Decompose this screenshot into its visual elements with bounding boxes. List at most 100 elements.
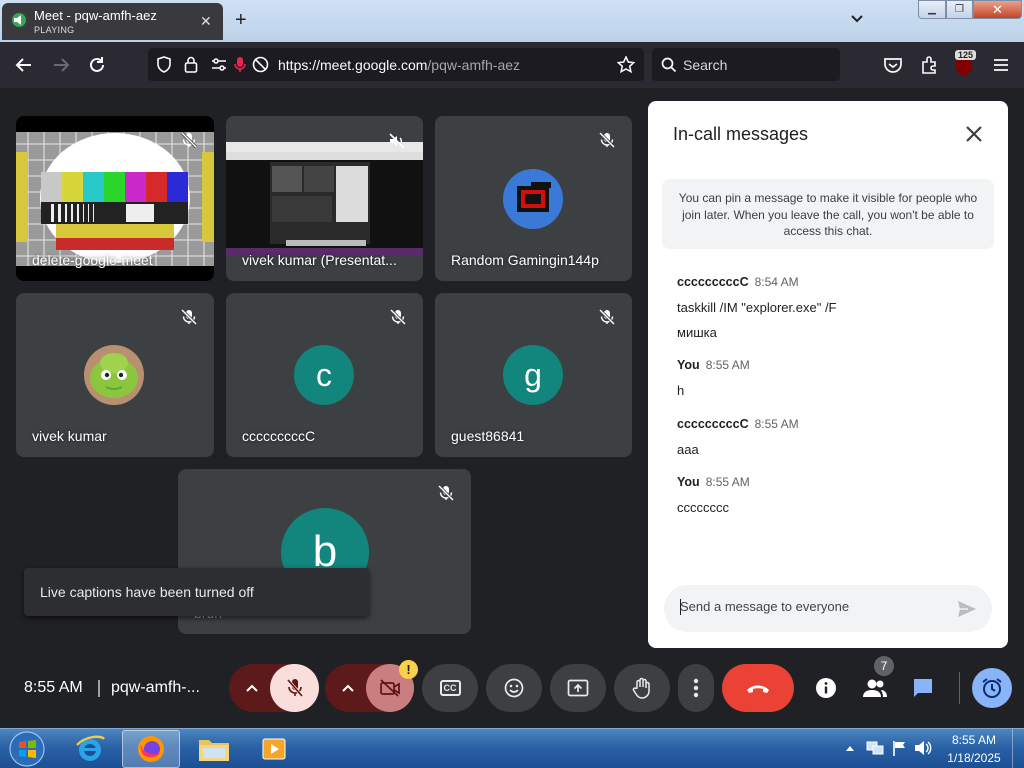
present-screen-button[interactable] bbox=[550, 664, 606, 712]
search-icon bbox=[661, 57, 677, 73]
camera-options-button[interactable] bbox=[325, 664, 371, 712]
message-time: 8:54 AM bbox=[754, 275, 799, 289]
shield-icon[interactable] bbox=[156, 56, 172, 73]
participant-tile-presentation[interactable]: vivek kumar (Presentat... bbox=[226, 116, 423, 281]
new-tab-icon[interactable]: + bbox=[235, 9, 247, 32]
emoji-icon bbox=[504, 678, 524, 698]
participant-tile[interactable]: g guest86841 bbox=[435, 293, 632, 457]
participant-count-badge: 7 bbox=[874, 656, 894, 676]
chat-message: You 8:55 AM h bbox=[677, 356, 750, 398]
windows-taskbar: 8:55 AM 1/18/2025 bbox=[0, 728, 1024, 768]
back-icon[interactable] bbox=[13, 54, 35, 76]
leave-call-button[interactable] bbox=[722, 664, 794, 712]
forward-icon[interactable] bbox=[50, 54, 72, 76]
tab-title: Meet - pqw-amfh-aez bbox=[34, 8, 157, 23]
chat-button[interactable] bbox=[905, 664, 941, 712]
toast-text: Live captions have been turned off bbox=[40, 584, 254, 600]
mic-options-button[interactable] bbox=[229, 664, 275, 712]
participant-name: cccccccccC bbox=[242, 428, 316, 444]
bookmark-star-icon[interactable] bbox=[617, 56, 635, 73]
more-vertical-icon bbox=[693, 678, 699, 698]
muted-mic-icon bbox=[390, 309, 406, 325]
extensions-icon[interactable] bbox=[918, 54, 940, 76]
muted-mic-icon bbox=[599, 309, 615, 325]
activities-button[interactable] bbox=[972, 668, 1012, 708]
people-icon bbox=[863, 679, 887, 697]
participant-tile[interactable]: Random Gamingin144p bbox=[435, 116, 632, 281]
show-desktop-button[interactable] bbox=[1012, 729, 1024, 768]
chevron-down-icon[interactable] bbox=[850, 12, 864, 26]
url-text[interactable]: https://meet.google.com/pqw-amfh-aez bbox=[278, 57, 520, 73]
participant-tile[interactable]: delete-google-meet bbox=[16, 116, 214, 281]
permissions-icon[interactable] bbox=[211, 57, 227, 72]
tab-playing-label: PLAYING bbox=[34, 25, 75, 35]
captions-button[interactable]: CC bbox=[422, 664, 478, 712]
raise-hand-icon bbox=[632, 677, 650, 699]
search-placeholder: Search bbox=[683, 57, 728, 73]
taskbar-file-explorer[interactable] bbox=[190, 730, 238, 768]
captions-icon: CC bbox=[439, 680, 461, 696]
participant-tile[interactable]: vivek kumar bbox=[16, 293, 214, 457]
meeting-code[interactable]: pqw-amfh-... bbox=[111, 679, 200, 697]
taskbar-time[interactable]: 8:55 AM bbox=[944, 733, 1004, 747]
divider bbox=[98, 680, 100, 697]
volume-icon[interactable] bbox=[914, 740, 932, 756]
message-sender: cccccccccC bbox=[677, 275, 749, 289]
network-icon[interactable] bbox=[866, 740, 884, 756]
participant-name: vivek kumar (Presentat... bbox=[242, 252, 397, 268]
lock-icon[interactable] bbox=[184, 56, 198, 73]
message-time: 8:55 AM bbox=[705, 475, 750, 489]
url-bar[interactable]: https://meet.google.com/pqw-amfh-aez bbox=[148, 48, 644, 81]
muted-mic-icon bbox=[599, 132, 615, 148]
hang-up-icon bbox=[747, 685, 769, 693]
taskbar-media-player[interactable] bbox=[250, 730, 298, 768]
menu-hamburger-icon[interactable] bbox=[990, 54, 1012, 76]
message-time: 8:55 AM bbox=[754, 417, 799, 431]
close-window-button[interactable]: ✕ bbox=[973, 0, 1022, 19]
participant-tile[interactable]: c cccccccccC bbox=[226, 293, 423, 457]
participant-name: delete-google-meet bbox=[32, 252, 153, 268]
media-player-icon bbox=[262, 738, 286, 760]
captions-toast: Live captions have been turned off bbox=[24, 568, 369, 616]
taskbar-internet-explorer[interactable] bbox=[66, 730, 114, 768]
chat-message-input[interactable] bbox=[680, 599, 930, 614]
close-icon[interactable] bbox=[965, 125, 983, 143]
taskbar-firefox[interactable] bbox=[122, 730, 180, 768]
browser-tab-meet[interactable]: Meet - pqw-amfh-aez PLAYING ✕ bbox=[2, 3, 223, 40]
pocket-icon[interactable] bbox=[882, 54, 904, 76]
participant-name: vivek kumar bbox=[32, 428, 107, 444]
send-icon[interactable] bbox=[956, 598, 978, 620]
avatar-image bbox=[84, 345, 144, 405]
action-center-flag-icon[interactable] bbox=[891, 740, 907, 756]
message-composer bbox=[664, 585, 992, 632]
muted-mic-icon bbox=[438, 485, 454, 501]
screen-share-video bbox=[226, 142, 423, 256]
pin-info-note: You can pin a message to make it visible… bbox=[662, 179, 994, 249]
internet-explorer-icon bbox=[76, 735, 105, 761]
chat-message: You 8:55 AM cccccccc bbox=[677, 473, 750, 515]
minimize-button[interactable]: ▁ bbox=[918, 0, 946, 19]
microphone-icon[interactable] bbox=[234, 56, 246, 73]
speaker-playing-icon[interactable] bbox=[10, 12, 28, 28]
search-box[interactable]: Search bbox=[652, 48, 840, 81]
emoji-reactions-button[interactable] bbox=[486, 664, 542, 712]
taskbar-date[interactable]: 1/18/2025 bbox=[944, 751, 1004, 765]
raise-hand-button[interactable] bbox=[614, 664, 670, 712]
tab-close-icon[interactable]: ✕ bbox=[200, 13, 212, 30]
test-pattern-video bbox=[16, 132, 214, 266]
reload-icon[interactable] bbox=[86, 54, 108, 76]
meeting-details-button[interactable] bbox=[808, 664, 844, 712]
more-options-button[interactable] bbox=[678, 664, 714, 712]
microphone-toggle-button[interactable] bbox=[270, 664, 319, 712]
chat-message: cccccccccC 8:54 AM taskkill /IM "explorer… bbox=[677, 273, 837, 340]
in-call-messages-panel: In-call messages You can pin a message t… bbox=[648, 101, 1008, 648]
avatar-image bbox=[503, 169, 563, 229]
avatar-initial: g bbox=[503, 345, 563, 405]
folder-icon bbox=[199, 740, 229, 761]
participant-name: Random Gamingin144p bbox=[451, 252, 599, 268]
maximize-button[interactable]: ❐ bbox=[946, 0, 973, 19]
show-hidden-icons-icon[interactable] bbox=[845, 744, 855, 752]
start-button[interactable] bbox=[4, 730, 50, 768]
camera-warning-badge: ! bbox=[399, 660, 418, 679]
autoplay-blocked-icon[interactable] bbox=[252, 56, 269, 73]
